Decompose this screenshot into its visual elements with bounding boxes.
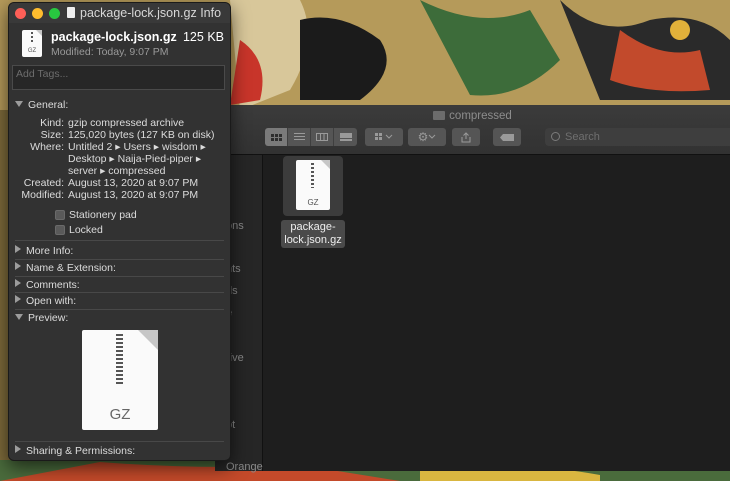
tags-control (493, 128, 521, 146)
where-value-line1: Untitled 2 ▸ Users ▸ wisdom ▸ (68, 141, 206, 153)
file-item[interactable]: GZ package- lock.json.gz (281, 156, 345, 248)
preview-type-label: GZ (109, 406, 131, 423)
file-name-label: package- lock.json.gz (281, 220, 345, 248)
gear-icon: ⚙ (417, 130, 429, 144)
divider (15, 441, 224, 442)
more-info-section-toggle[interactable]: More Info: (15, 245, 73, 257)
divider (15, 259, 224, 260)
where-value-line3: server ▸ compressed (68, 165, 166, 177)
info-title-text: package-lock.json.gz Info (80, 6, 222, 20)
info-title: package-lock.json.gz Info (67, 6, 221, 20)
close-button[interactable] (15, 8, 26, 19)
document-icon (67, 7, 75, 18)
finder-title: compressed (215, 110, 730, 122)
file-name: package-lock.json.gz (51, 30, 177, 44)
search-input[interactable]: Search (545, 128, 730, 146)
modified-key: Modified: (21, 189, 64, 201)
group-by-control (365, 128, 403, 146)
gz-file-icon: GZ (22, 30, 42, 57)
tag-icon (500, 133, 514, 141)
open-with-label: Open with: (26, 295, 77, 307)
file-name-line2: lock.json.gz (284, 234, 342, 246)
locked-checkbox[interactable] (55, 225, 65, 235)
search-icon (551, 132, 560, 141)
tags-input[interactable]: Add Tags... (12, 65, 225, 90)
file-size: 125 KB (182, 30, 224, 44)
disclosure-triangle-icon (15, 295, 21, 303)
sharing-permissions-section-toggle[interactable]: Sharing & Permissions: (15, 445, 135, 457)
name-extension-section-toggle[interactable]: Name & Extension: (15, 262, 116, 274)
name-extension-label: Name & Extension: (26, 262, 116, 274)
divider (15, 276, 224, 277)
zoom-button[interactable] (49, 8, 60, 19)
more-info-label: More Info: (26, 245, 74, 257)
gallery-view-button[interactable] (334, 128, 357, 146)
divider (15, 240, 224, 241)
file-type-label: GZ (307, 198, 319, 207)
sharing-permissions-label: Sharing & Permissions: (26, 445, 136, 457)
gz-preview-icon: GZ (82, 330, 158, 430)
file-type-label: GZ (27, 48, 37, 54)
disclosure-triangle-icon (15, 101, 23, 107)
gz-file-icon: GZ (296, 160, 330, 210)
divider (15, 292, 224, 293)
file-icon-selection: GZ (283, 156, 343, 216)
icon-view-button[interactable] (265, 128, 288, 146)
gallery-icon (339, 133, 352, 141)
divider (15, 309, 224, 310)
list-view-button[interactable] (288, 128, 311, 146)
list-icon (293, 133, 305, 140)
share-icon (461, 131, 471, 142)
disclosure-triangle-icon (15, 279, 21, 287)
comments-section-toggle[interactable]: Comments: (15, 279, 80, 291)
sidebar-item-fragment[interactable]: Orange (226, 461, 263, 473)
where-value-line2: Desktop ▸ Naija-Pied-piper ▸ (68, 153, 202, 165)
preview-section-toggle[interactable]: Preview: (15, 312, 68, 324)
columns-icon (316, 133, 328, 141)
share-control (452, 128, 480, 146)
chevron-down-icon (429, 134, 436, 139)
disclosure-triangle-icon (15, 262, 21, 270)
column-view-button[interactable] (311, 128, 334, 146)
preview-label: Preview: (28, 312, 69, 324)
created-key: Created: (23, 177, 64, 189)
open-with-section-toggle[interactable]: Open with: (15, 295, 76, 307)
info-window: package-lock.json.gz Info GZ package-loc… (8, 2, 231, 461)
kind-value: gzip compressed archive (68, 117, 185, 129)
grid-dropdown-icon (375, 133, 393, 140)
modified-summary: Modified: Today, 9:07 PM (51, 46, 169, 58)
group-by-button[interactable] (365, 128, 403, 146)
view-mode-group (265, 128, 357, 146)
size-value: 125,020 bytes (127 KB on disk) (68, 129, 215, 141)
disclosure-triangle-icon (15, 245, 21, 253)
folder-icon (433, 111, 446, 120)
modified-value: August 13, 2020 at 9:07 PM (68, 189, 199, 201)
grid-icon (270, 133, 282, 141)
action-menu-button[interactable]: ⚙ (408, 128, 446, 146)
locked-label: Locked (69, 224, 103, 236)
minimize-button[interactable] (32, 8, 43, 19)
where-key: Where: (30, 141, 64, 153)
comments-label: Comments: (26, 279, 80, 291)
kind-key: Kind: (40, 117, 64, 129)
finder-toolbar: compressed ⚙ Search (215, 106, 730, 155)
tags-button[interactable] (493, 128, 521, 146)
action-control: ⚙ (408, 128, 446, 146)
finder-window: compressed ⚙ Search ons nts ds rive Oran… (215, 105, 730, 473)
share-button[interactable] (452, 128, 480, 146)
created-value: August 13, 2020 at 9:07 PM (68, 177, 199, 189)
size-key: Size: (40, 129, 64, 141)
disclosure-triangle-icon (15, 445, 21, 453)
disclosure-triangle-icon (15, 314, 23, 320)
stationery-pad-label: Stationery pad (69, 209, 137, 221)
finder-title-text: compressed (449, 110, 512, 122)
file-name-line1: package- (290, 221, 336, 233)
info-titlebar: package-lock.json.gz Info (9, 3, 230, 23)
search-placeholder: Search (565, 131, 600, 143)
general-label: General: (28, 99, 69, 111)
general-section-toggle[interactable]: General: (15, 99, 68, 111)
stationery-pad-checkbox[interactable] (55, 210, 65, 220)
